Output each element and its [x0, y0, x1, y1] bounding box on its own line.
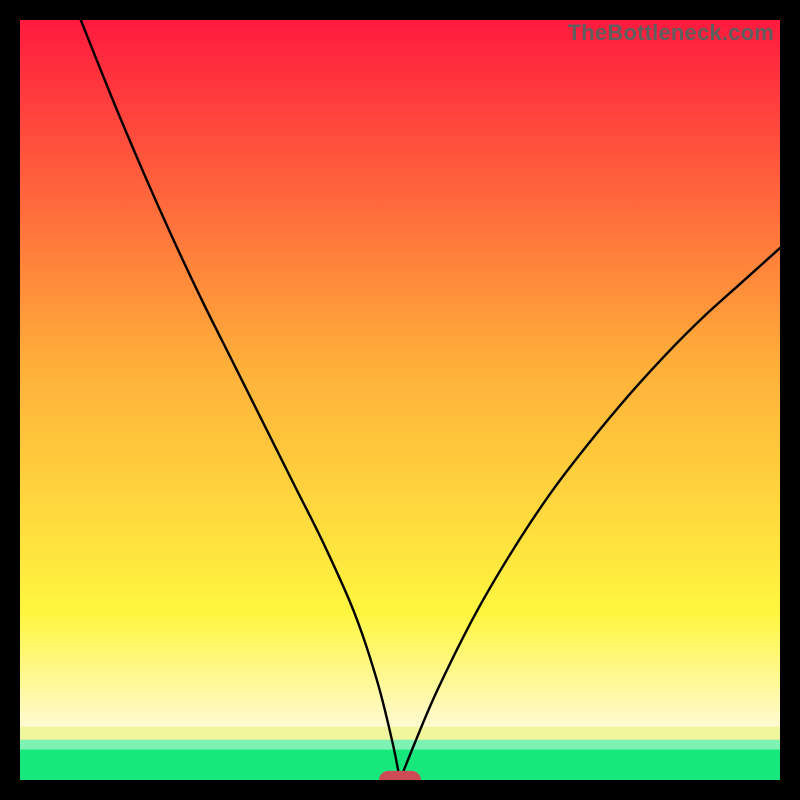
bottleneck-curve-chart [20, 20, 780, 780]
chart-frame: TheBottleneck.com [0, 0, 800, 800]
gradient-background [20, 20, 780, 780]
plot-area: TheBottleneck.com [20, 20, 780, 780]
notch-marker [379, 771, 421, 780]
watermark-text: TheBottleneck.com [568, 20, 774, 46]
